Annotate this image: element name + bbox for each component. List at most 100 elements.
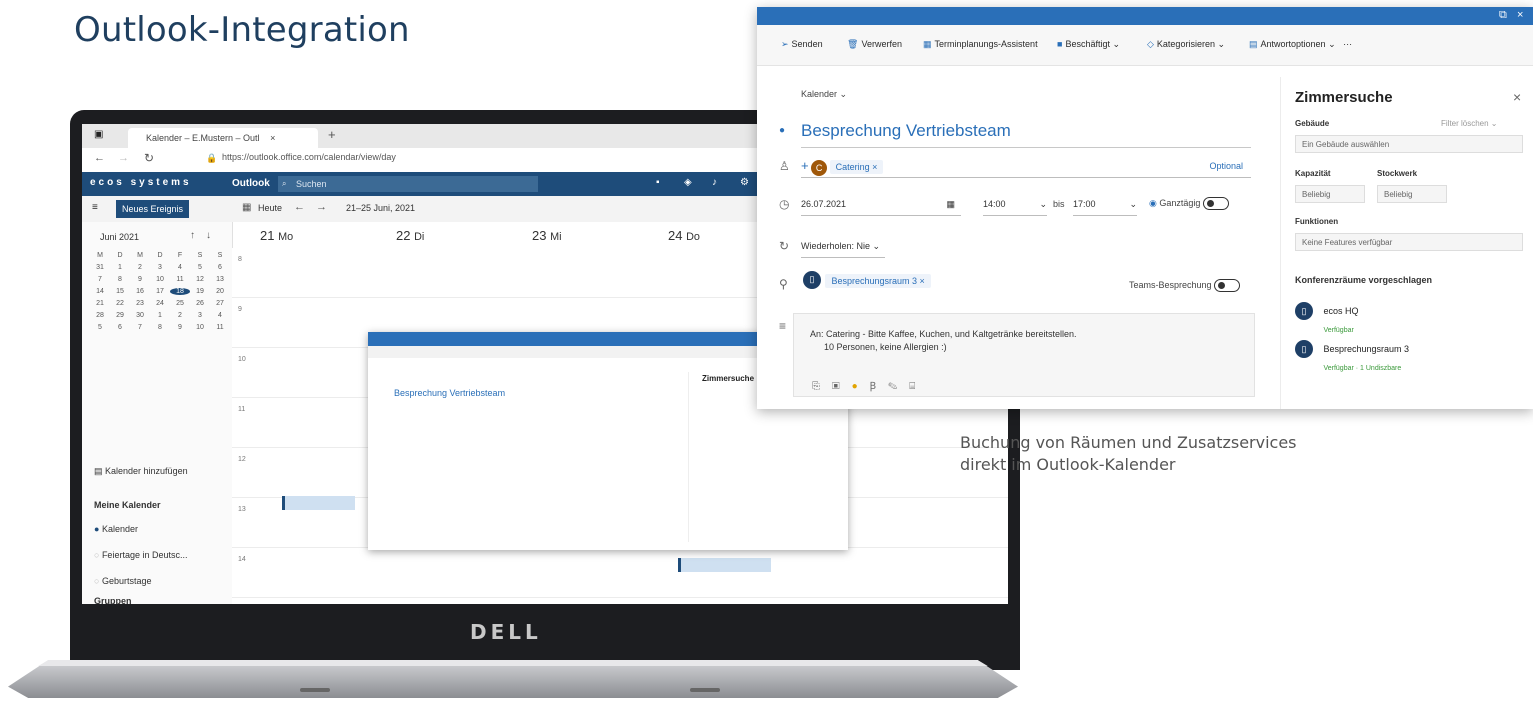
room-chip[interactable]: ▯ Besprechungsraum 3 ×: [803, 271, 931, 289]
mini-calendar-day[interactable]: 10: [190, 324, 210, 331]
browser-tab[interactable]: Kalender – E.Mustern – Outl ×: [128, 128, 318, 148]
mini-calendar-day[interactable]: 23: [130, 300, 150, 307]
calendar-select[interactable]: Kalender ⌄: [801, 89, 847, 100]
toggle-switch[interactable]: [1214, 279, 1241, 292]
capacity-select[interactable]: Beliebig: [1295, 185, 1365, 203]
feedback-icon[interactable]: ◈: [684, 177, 692, 188]
mini-calendar-day[interactable]: 5: [190, 264, 210, 271]
back-icon[interactable]: ←: [94, 152, 105, 164]
mini-calendar-day[interactable]: 30: [130, 312, 150, 319]
mini-calendar-day[interactable]: 12: [190, 276, 210, 283]
mini-calendar-day[interactable]: 3: [190, 312, 210, 319]
mini-calendar-day[interactable]: 4: [210, 312, 230, 319]
event-title-input[interactable]: Besprechung Vertriebsteam: [801, 121, 1011, 141]
mini-calendar-day[interactable]: 17: [150, 288, 170, 295]
calendar-event[interactable]: [282, 496, 355, 510]
close-icon[interactable]: ×: [1513, 89, 1521, 105]
mini-calendar-day[interactable]: 8: [110, 276, 130, 283]
teams-meeting-toggle[interactable]: Teams-Besprechung: [1129, 279, 1241, 292]
gear-icon[interactable]: ⚙: [740, 177, 749, 188]
new-tab-icon[interactable]: +: [328, 127, 336, 142]
bell-icon[interactable]: ♪: [712, 177, 717, 188]
add-calendar-link[interactable]: ▤ Kalender hinzufügen: [94, 466, 188, 477]
today-button[interactable]: Heute: [258, 203, 282, 213]
mini-calendar-day[interactable]: 31: [90, 264, 110, 271]
event-body-editor[interactable]: An: Catering - Bitte Kaffee, Kuchen, und…: [793, 313, 1255, 397]
mini-calendar-day[interactable]: 6: [110, 324, 130, 331]
close-icon[interactable]: ×: [1517, 9, 1523, 21]
attach-icon[interactable]: ⎘: [812, 381, 832, 392]
day-header[interactable]: 21 Mo: [260, 228, 293, 243]
mini-calendar-day[interactable]: 10: [150, 276, 170, 283]
url-field[interactable]: https://outlook.office.com/calendar/view…: [222, 152, 396, 162]
scheduling-button[interactable]: ▦ Terminplanungs-Assistent: [923, 39, 1038, 50]
day-header[interactable]: 22 Di: [396, 228, 424, 243]
date-field[interactable]: 26.07.2021 ▦: [801, 193, 961, 216]
mini-calendar-day[interactable]: 13: [210, 276, 230, 283]
mini-calendar-day[interactable]: 14: [90, 288, 110, 295]
repeat-dropdown[interactable]: Wiederholen: Nie ⌄: [801, 235, 885, 258]
mini-calendar-day[interactable]: 20: [210, 288, 230, 295]
next-week-icon[interactable]: →: [316, 201, 327, 213]
mini-calendar-day[interactable]: 21: [90, 300, 110, 307]
arrow-down-icon[interactable]: ↓: [206, 230, 211, 241]
mini-calendar-day[interactable]: 5: [90, 324, 110, 331]
arrow-up-icon[interactable]: ↑: [190, 230, 195, 241]
mini-calendar-day[interactable]: 26: [190, 300, 210, 307]
mini-calendar-day[interactable]: 2: [130, 264, 150, 271]
mini-calendar-day[interactable]: 9: [170, 324, 190, 331]
mini-calendar-day[interactable]: 16: [130, 288, 150, 295]
floor-select[interactable]: Beliebig: [1377, 185, 1447, 203]
mini-calendar-day[interactable]: 28: [90, 312, 110, 319]
mini-calendar-day[interactable]: 2: [170, 312, 190, 319]
mini-calendar-day[interactable]: 8: [150, 324, 170, 331]
close-icon[interactable]: ×: [270, 133, 275, 143]
mini-calendar-day[interactable]: 7: [90, 276, 110, 283]
format-icon[interactable]: Ꞵ: [870, 381, 888, 392]
mini-calendar-day[interactable]: 24: [150, 300, 170, 307]
filter-reset-link[interactable]: Filter löschen ⌄: [1441, 119, 1498, 128]
discard-button[interactable]: 🗑 Verwerfen: [847, 39, 902, 50]
room-chip-label[interactable]: Besprechungsraum 3 ×: [825, 274, 931, 289]
calendar-item[interactable]: ● Kalender: [94, 524, 138, 534]
response-options-dropdown[interactable]: ▤ Antwortoptionen ⌄ ···: [1249, 39, 1352, 50]
calendar-item[interactable]: ○ Geburtstage: [94, 576, 151, 586]
my-calendars-header[interactable]: Meine Kalender: [94, 500, 161, 510]
categorize-dropdown[interactable]: ◇ Kategorisieren ⌄: [1147, 39, 1225, 50]
mini-calendar-day[interactable]: 1: [110, 264, 130, 271]
mini-calendar-day[interactable]: 18: [170, 288, 190, 295]
toggle-switch[interactable]: [1202, 197, 1229, 210]
room-suggestion[interactable]: ▯ ecos HQ Verfügbar: [1295, 301, 1358, 337]
prev-week-icon[interactable]: ←: [294, 201, 305, 213]
mini-calendar-day[interactable]: 25: [170, 300, 190, 307]
mini-calendar-day[interactable]: 1: [150, 312, 170, 319]
calendar-picker-icon[interactable]: ▦: [946, 193, 955, 215]
day-header[interactable]: 23 Mi: [532, 228, 562, 243]
reload-icon[interactable]: ↻: [144, 151, 154, 165]
hamburger-icon[interactable]: ≡: [92, 202, 98, 213]
busy-dropdown[interactable]: ■ Beschäftigt ⌄: [1057, 39, 1120, 50]
popout-icon[interactable]: ⧉: [1499, 9, 1507, 22]
mini-calendar-day[interactable]: 15: [110, 288, 130, 295]
attendee-chip[interactable]: Catering ×: [829, 160, 884, 174]
mini-calendar-day[interactable]: 29: [110, 312, 130, 319]
features-select[interactable]: Keine Features verfügbar: [1295, 233, 1523, 251]
room-suggestion[interactable]: ▯ Besprechungsraum 3 Verfügbar · 1 Undis…: [1295, 339, 1409, 375]
mini-calendar-day[interactable]: 22: [110, 300, 130, 307]
image-icon[interactable]: ▣: [832, 381, 852, 392]
mini-calendar-day[interactable]: 11: [210, 324, 230, 331]
mini-calendar-day[interactable]: 11: [170, 276, 190, 283]
calendar-event[interactable]: [678, 558, 771, 572]
search-input[interactable]: Suchen: [278, 176, 538, 192]
mini-calendar-day[interactable]: 6: [210, 264, 230, 271]
groups-header[interactable]: Gruppen: [94, 596, 132, 604]
mini-calendar-day[interactable]: 7: [130, 324, 150, 331]
emoji-icon[interactable]: ●: [852, 381, 870, 392]
calendar-item[interactable]: ○ Feiertage in Deutsc...: [94, 550, 187, 560]
attendees-field[interactable]: + C Catering × Optional: [801, 155, 1251, 178]
mini-calendar-month[interactable]: Juni 2021: [100, 232, 139, 242]
mini-calendar-day[interactable]: 4: [170, 264, 190, 271]
mini-calendar-day[interactable]: 9: [130, 276, 150, 283]
new-event-button[interactable]: Neues Ereignis: [116, 200, 190, 218]
send-button[interactable]: ➢ Senden: [781, 39, 823, 50]
